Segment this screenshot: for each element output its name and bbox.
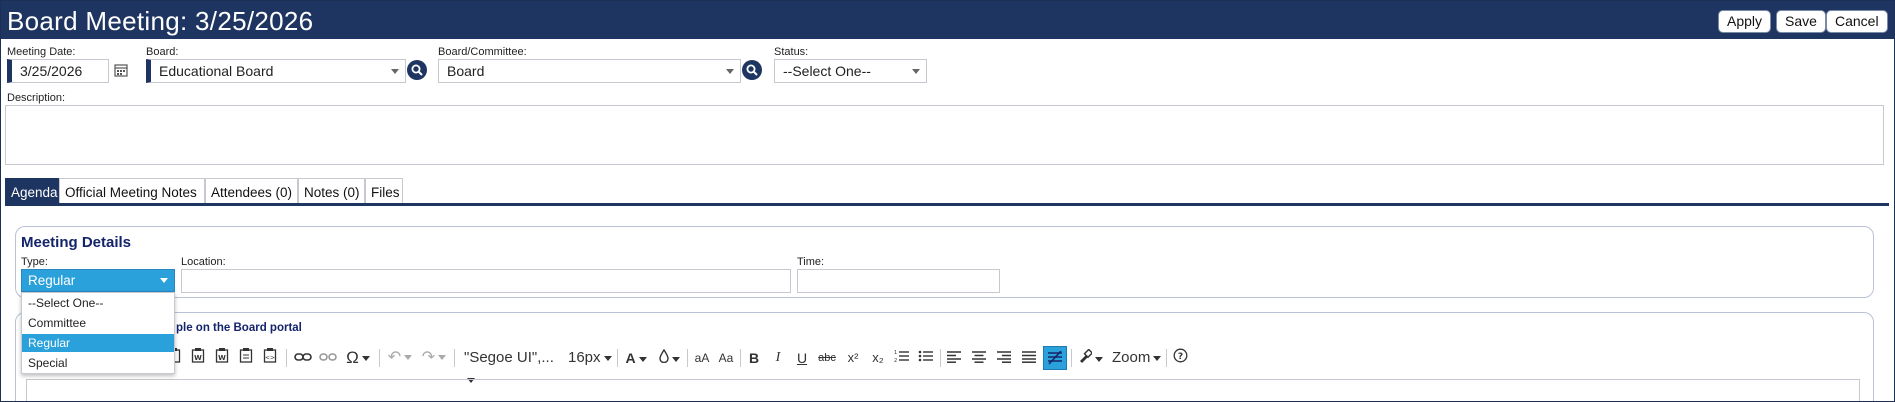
type-option[interactable]: Committee: [22, 314, 174, 332]
toolbar-divider: [687, 349, 688, 367]
toolbar-divider: [454, 349, 455, 367]
bold-icon[interactable]: B: [745, 345, 763, 371]
cancel-button[interactable]: Cancel: [1826, 10, 1888, 33]
type-option[interactable]: --Select One--: [22, 294, 174, 312]
font-color-icon[interactable]: A: [621, 345, 651, 371]
zoom-select[interactable]: Zoom: [1109, 347, 1163, 369]
chevron-down-icon: [391, 69, 399, 74]
svg-text:W: W: [218, 354, 226, 362]
type-select-value: Regular: [28, 273, 76, 288]
ordered-list-icon[interactable]: 12: [893, 345, 911, 371]
special-char-icon[interactable]: Ω: [342, 345, 374, 371]
board-label: Board:: [146, 46, 179, 58]
meeting-date-input[interactable]: 3/25/2026: [7, 59, 109, 83]
clear-format-icon[interactable]: [1043, 346, 1067, 370]
paste-text-icon[interactable]: W: [213, 345, 231, 371]
font-family-select[interactable]: "Segoe UI",...: [461, 347, 561, 383]
tab-official-meeting-notes[interactable]: Official Meeting Notes: [59, 178, 205, 205]
tab-notes[interactable]: Notes (0): [298, 178, 365, 205]
board-select[interactable]: Educational Board: [146, 59, 406, 83]
redo-icon[interactable]: ↷: [419, 345, 449, 371]
description-textarea[interactable]: [5, 105, 1884, 165]
status-select[interactable]: --Select One--: [774, 59, 927, 83]
committee-label: Board/Committee:: [438, 46, 527, 58]
undo-icon[interactable]: ↶: [385, 345, 415, 371]
grow-font-icon[interactable]: aA: [692, 345, 712, 371]
align-left-icon[interactable]: [945, 345, 963, 371]
type-option[interactable]: Special: [22, 354, 174, 372]
bullet-list-icon[interactable]: [917, 345, 935, 371]
svg-text:<>: <>: [265, 355, 275, 362]
description-label: Description:: [7, 92, 66, 104]
format-painter-icon[interactable]: [1075, 345, 1105, 371]
type-dropdown-list: --Select One-- Committee Regular Special: [21, 292, 175, 374]
paste-html-icon[interactable]: <>: [261, 345, 279, 371]
toolbar-divider: [1071, 349, 1072, 367]
chevron-down-icon: [726, 69, 734, 74]
apply-button[interactable]: Apply: [1718, 10, 1772, 33]
font-size-value: 16px: [568, 349, 601, 366]
toolbar-divider: [379, 349, 380, 367]
editor-content-area[interactable]: [26, 379, 1860, 401]
subscript-icon[interactable]: x₂: [868, 345, 888, 371]
location-input[interactable]: [181, 269, 791, 293]
zoom-label: Zoom: [1112, 349, 1151, 366]
svg-text:?: ?: [1177, 352, 1182, 362]
board-search-icon[interactable]: [407, 60, 427, 80]
font-size-select[interactable]: 16px: [565, 347, 613, 369]
status-label: Status:: [774, 46, 809, 58]
committee-select[interactable]: Board: [438, 59, 741, 83]
page-title: Board Meeting: 3/25/2026: [7, 6, 314, 36]
align-right-icon[interactable]: [995, 345, 1013, 371]
unlink-icon[interactable]: [318, 345, 338, 371]
tab-attendees[interactable]: Attendees (0): [205, 178, 298, 205]
italic-icon[interactable]: I: [769, 345, 787, 371]
app-window: Board Meeting: 3/25/2026 Apply Save Canc…: [0, 0, 1895, 402]
status-select-value: --Select One--: [783, 63, 871, 79]
font-family-value: "Segoe UI",...: [464, 349, 554, 366]
help-icon[interactable]: ?: [1170, 345, 1190, 371]
underline-icon[interactable]: U: [793, 345, 811, 371]
chevron-down-icon: [160, 278, 168, 283]
strike-icon[interactable]: abc: [816, 345, 838, 371]
location-label: Location:: [181, 256, 226, 268]
toolbar-divider: [740, 349, 741, 367]
chevron-down-icon: [912, 69, 920, 74]
paste-plain-icon[interactable]: [237, 345, 255, 371]
committee-search-icon[interactable]: [742, 60, 762, 80]
superscript-icon[interactable]: x²: [843, 345, 863, 371]
type-label: Type:: [21, 256, 48, 268]
title-bar: Board Meeting: 3/25/2026 Apply Save Canc…: [1, 1, 1894, 39]
align-center-icon[interactable]: [970, 345, 988, 371]
committee-select-value: Board: [447, 63, 485, 79]
svg-text:2: 2: [894, 358, 897, 363]
type-select[interactable]: Regular: [21, 269, 175, 292]
meeting-date-label: Meeting Date:: [7, 46, 76, 58]
portal-note: ple on the Board portal: [176, 322, 302, 334]
calendar-icon[interactable]: [114, 63, 128, 82]
tab-files[interactable]: Files: [365, 178, 403, 205]
tab-agenda[interactable]: Agenda: [5, 178, 59, 205]
toolbar-divider: [1166, 349, 1167, 367]
svg-text:W: W: [194, 354, 202, 362]
justify-icon[interactable]: [1020, 345, 1038, 371]
toolbar-divider: [617, 349, 618, 367]
type-option-selected[interactable]: Regular: [22, 334, 174, 352]
highlight-icon[interactable]: [655, 345, 683, 371]
time-input[interactable]: [797, 269, 1000, 293]
link-icon[interactable]: [293, 345, 313, 371]
save-button[interactable]: Save: [1776, 10, 1826, 33]
board-select-value: Educational Board: [159, 63, 274, 79]
toolbar-divider: [940, 349, 941, 367]
tab-underline: [5, 203, 1889, 206]
toolbar-divider: [286, 349, 287, 367]
paste-word-icon[interactable]: W: [189, 345, 207, 371]
meeting-details-title: Meeting Details: [21, 234, 132, 251]
svg-text:1: 1: [894, 350, 897, 356]
time-label: Time:: [797, 256, 825, 268]
shrink-font-icon[interactable]: Aa: [716, 345, 736, 371]
